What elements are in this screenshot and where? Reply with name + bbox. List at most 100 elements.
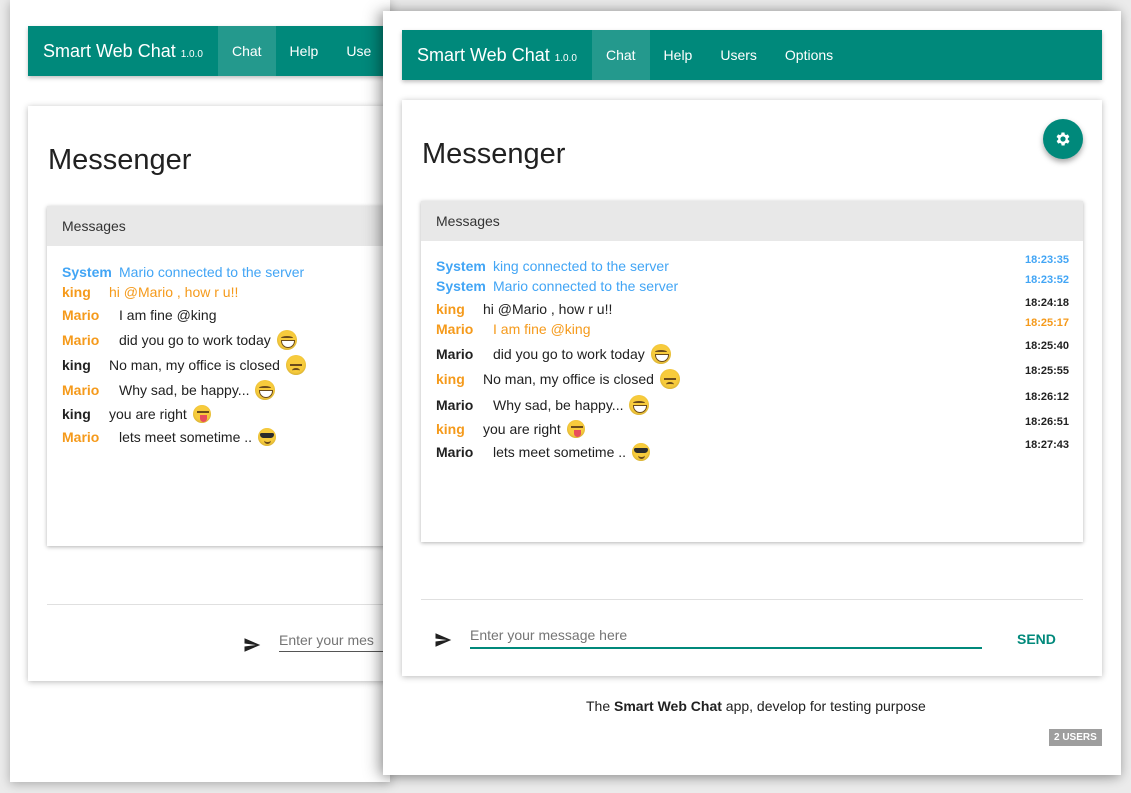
grinning-face-icon bbox=[650, 344, 671, 364]
message-text: I am fine @king bbox=[119, 307, 217, 323]
message-user: king bbox=[436, 421, 465, 437]
nav-users[interactable]: Users bbox=[706, 30, 771, 80]
message-row: System Mario connected to the server bbox=[62, 264, 304, 280]
message-row: Mario lets meet sometime .. bbox=[62, 428, 277, 446]
brand-version: 1.0.0 bbox=[554, 52, 577, 64]
nav-help[interactable]: Help bbox=[650, 30, 707, 80]
brand-name: Smart Web Chat bbox=[417, 44, 550, 65]
back-messenger-card: Messenger Messages System Mario connected… bbox=[28, 106, 390, 681]
nav-users-cut[interactable]: Use bbox=[332, 26, 385, 76]
message-text: I am fine @king bbox=[493, 321, 591, 337]
message-timestamp: 18:26:51 bbox=[1024, 416, 1069, 428]
message-text: hi @Mario , how r u!! bbox=[109, 284, 239, 300]
message-text: Why sad, be happy... bbox=[119, 382, 250, 398]
message-row: king hi @Mario , how r u!! bbox=[436, 301, 612, 317]
send-button[interactable]: SEND bbox=[1017, 631, 1056, 647]
nav-help[interactable]: Help bbox=[276, 26, 333, 76]
message-input[interactable] bbox=[470, 623, 982, 649]
front-message-list: System king connected to the server 18:23:… bbox=[402, 100, 1102, 676]
message-timestamp: 18:26:12 bbox=[1024, 391, 1069, 403]
tongue-face-icon bbox=[566, 420, 585, 438]
message-user: Mario bbox=[436, 321, 474, 337]
message-timestamp: 18:24:18 bbox=[1024, 297, 1069, 309]
message-text: did you go to work today bbox=[493, 346, 645, 362]
message-timestamp: 18:25:40 bbox=[1024, 340, 1069, 352]
message-row: king No man, my office is closed bbox=[436, 369, 680, 389]
message-row: Mario Why sad, be happy... bbox=[436, 395, 650, 415]
message-user: king bbox=[62, 357, 91, 373]
grinning-face-icon bbox=[629, 395, 650, 415]
message-user: king bbox=[62, 406, 91, 422]
message-text: Mario connected to the server bbox=[119, 264, 305, 280]
message-text: lets meet sometime .. bbox=[493, 444, 627, 460]
message-row: Mario did you go to work today bbox=[62, 330, 297, 350]
message-text: hi @Mario , how r u!! bbox=[483, 301, 613, 317]
message-row: Mario lets meet sometime .. bbox=[436, 443, 651, 461]
message-timestamp: 18:25:55 bbox=[1024, 365, 1069, 377]
message-timestamp: 18:23:52 bbox=[1024, 274, 1069, 286]
message-user: Mario bbox=[62, 307, 100, 323]
grinning-face-icon bbox=[255, 380, 276, 400]
nav-options[interactable]: Options bbox=[771, 30, 847, 80]
pensive-face-icon bbox=[659, 369, 680, 389]
message-user: Mario bbox=[62, 332, 100, 348]
front-browser-window: Smart Web Chat 1.0.0 Chat Help Users Opt… bbox=[383, 11, 1121, 775]
front-messenger-card: Messenger Messages System king connected … bbox=[402, 100, 1102, 676]
message-user: Mario bbox=[62, 382, 100, 398]
message-user: king bbox=[436, 301, 465, 317]
sunglasses-face-icon bbox=[258, 428, 277, 446]
pensive-face-icon bbox=[285, 355, 306, 375]
message-user: king bbox=[62, 284, 91, 300]
message-text: Mario connected to the server bbox=[493, 278, 679, 294]
divider bbox=[47, 604, 390, 605]
message-text: Why sad, be happy... bbox=[493, 397, 624, 413]
message-text: you are right bbox=[109, 406, 187, 422]
back-navbar: Smart Web Chat 1.0.0 Chat Help Use bbox=[28, 26, 390, 76]
message-text: No man, my office is closed bbox=[483, 371, 654, 387]
message-row: System king connected to the server bbox=[436, 258, 669, 274]
message-user: System bbox=[62, 264, 112, 280]
footer-prefix: The bbox=[586, 698, 615, 714]
send-icon[interactable] bbox=[242, 636, 262, 654]
brand-name: Smart Web Chat bbox=[43, 40, 176, 61]
message-timestamp: 18:23:35 bbox=[1024, 254, 1069, 266]
message-text: No man, my office is closed bbox=[109, 357, 280, 373]
nav-chat[interactable]: Chat bbox=[591, 30, 650, 80]
brand[interactable]: Smart Web Chat 1.0.0 bbox=[28, 41, 218, 62]
message-text: did you go to work today bbox=[119, 332, 271, 348]
message-user: Mario bbox=[436, 397, 474, 413]
users-count-badge: 2 USERS bbox=[1049, 729, 1102, 746]
message-row: Mario did you go to work today bbox=[436, 344, 671, 364]
message-row: king you are right bbox=[436, 420, 585, 438]
back-message-input[interactable] bbox=[279, 628, 390, 652]
footer-suffix: app, develop for testing purpose bbox=[721, 698, 926, 714]
message-text: lets meet sometime .. bbox=[119, 429, 253, 445]
message-row: Mario I am fine @king bbox=[436, 321, 590, 337]
message-user: System bbox=[436, 258, 486, 274]
message-user: Mario bbox=[436, 346, 474, 362]
message-user: king bbox=[436, 371, 465, 387]
brand-version: 1.0.0 bbox=[180, 48, 203, 60]
message-timestamp: 18:25:17 bbox=[1024, 317, 1069, 329]
back-browser-window: Smart Web Chat 1.0.0 Chat Help Use Messe… bbox=[10, 0, 390, 782]
message-row: Mario Why sad, be happy... bbox=[62, 380, 276, 400]
message-user: System bbox=[436, 278, 486, 294]
front-navbar: Smart Web Chat 1.0.0 Chat Help Users Opt… bbox=[402, 30, 1102, 80]
message-text: king connected to the server bbox=[493, 258, 669, 274]
grinning-face-icon bbox=[276, 330, 297, 350]
divider bbox=[421, 599, 1083, 600]
message-row: king No man, my office is closed bbox=[62, 355, 306, 375]
nav-chat[interactable]: Chat bbox=[217, 26, 276, 76]
brand[interactable]: Smart Web Chat 1.0.0 bbox=[402, 45, 592, 66]
message-user: Mario bbox=[62, 429, 100, 445]
message-text: you are right bbox=[483, 421, 561, 437]
footer-app-name: Smart Web Chat bbox=[614, 698, 722, 714]
message-timestamp: 18:27:43 bbox=[1024, 439, 1069, 451]
footer-text: The Smart Web Chat app, develop for test… bbox=[586, 698, 926, 714]
sunglasses-face-icon bbox=[632, 443, 651, 461]
tongue-face-icon bbox=[192, 405, 211, 423]
message-row: king hi @Mario , how r u!! bbox=[62, 284, 238, 300]
send-icon[interactable] bbox=[433, 631, 453, 649]
message-row: king you are right bbox=[62, 405, 211, 423]
message-row: Mario I am fine @king bbox=[62, 307, 216, 323]
